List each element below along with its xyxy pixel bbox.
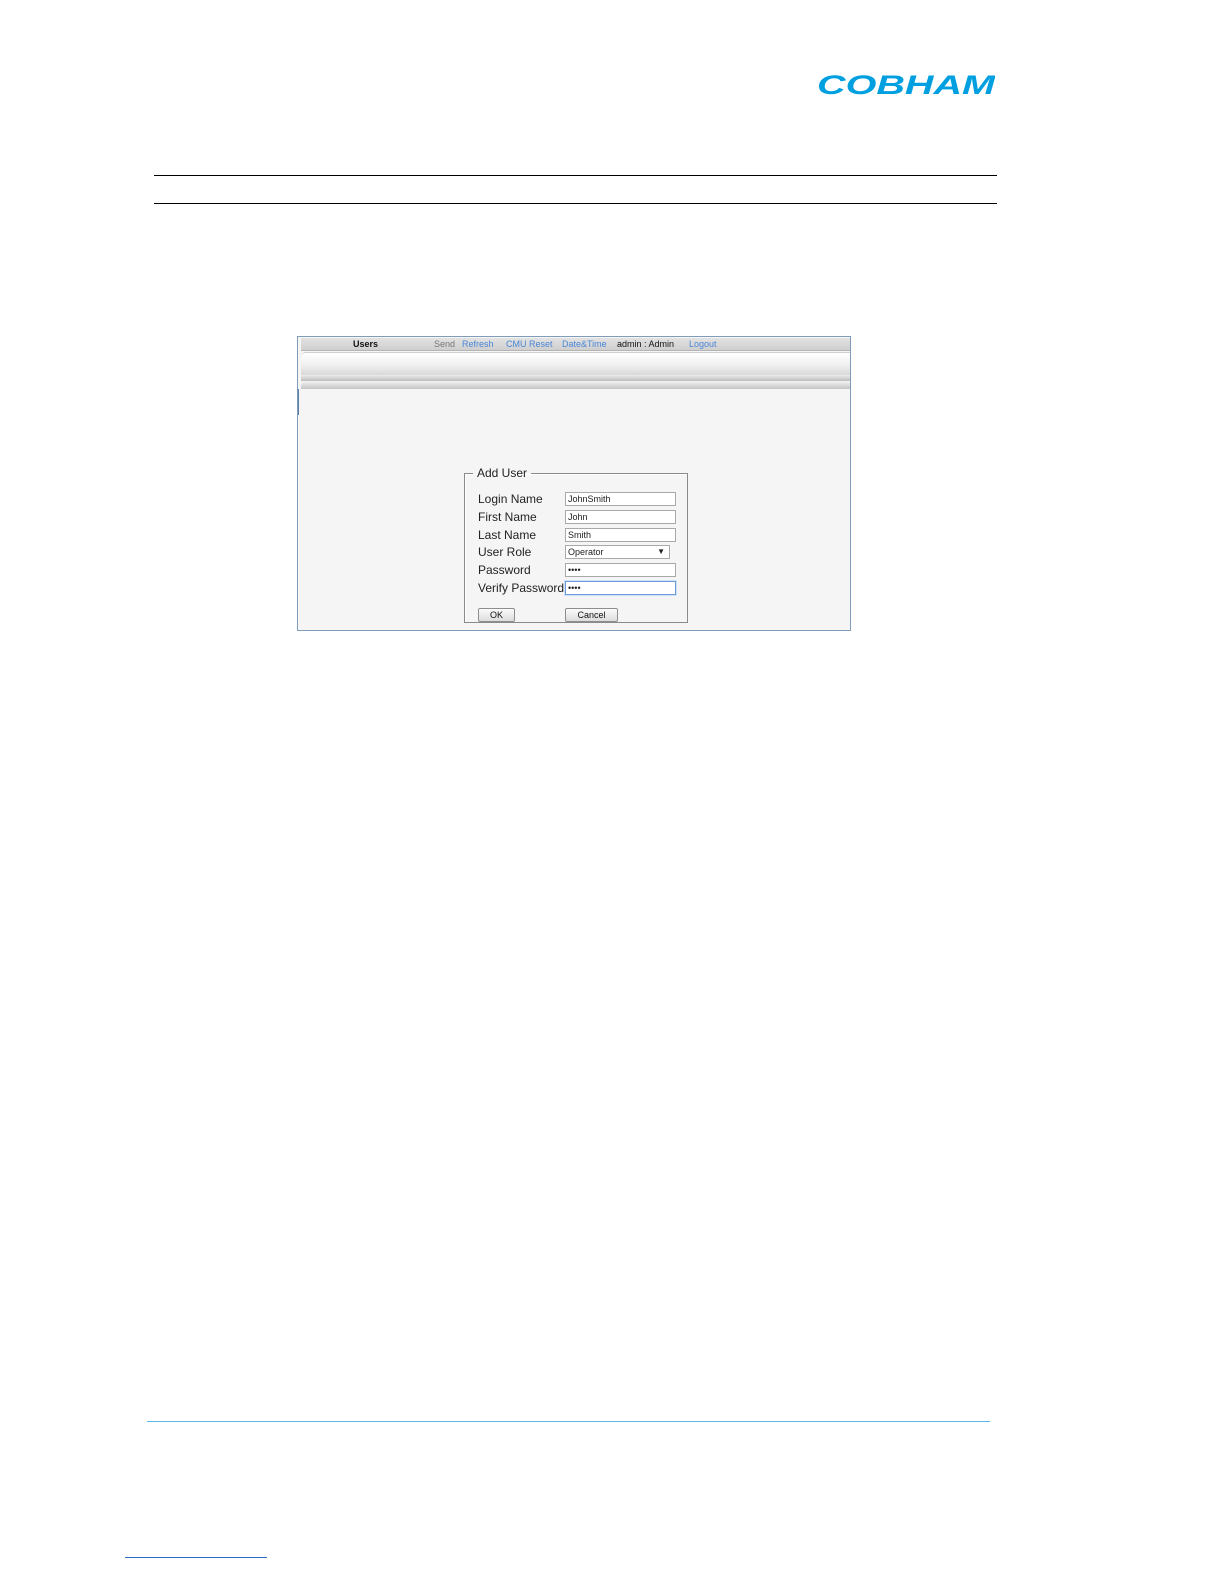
- last-name-label: Last Name: [478, 528, 537, 542]
- toolbar: Users Send Refresh CMU Reset Date&Time a…: [301, 338, 850, 351]
- add-user-dialog: Add User Login Name JohnSmith First Name…: [464, 467, 688, 623]
- cancel-button[interactable]: Cancel: [565, 608, 618, 622]
- user-role-value: Operator: [568, 547, 604, 557]
- cmu-reset-link[interactable]: CMU Reset: [506, 338, 553, 350]
- first-name-input[interactable]: John: [565, 510, 676, 524]
- footnote-rule: [125, 1557, 267, 1558]
- user-role-label: User Role: [478, 545, 532, 559]
- svg-text:COBHAM: COBHAM: [817, 72, 995, 96]
- add-user-legend: Add User: [477, 466, 528, 480]
- login-name-input[interactable]: JohnSmith: [565, 492, 676, 506]
- password-label: Password: [478, 563, 531, 577]
- frame-left-edge: [298, 389, 299, 415]
- refresh-link[interactable]: Refresh: [462, 338, 494, 350]
- last-name-input[interactable]: Smith: [565, 528, 676, 542]
- password-input[interactable]: ••••: [565, 563, 676, 577]
- tab-band: [301, 352, 850, 375]
- first-name-label: First Name: [478, 510, 537, 524]
- content-band: [301, 381, 850, 389]
- login-name-label: Login Name: [478, 492, 543, 506]
- cobham-logo: COBHAM: [817, 72, 995, 96]
- ok-button[interactable]: OK: [478, 608, 515, 622]
- footer-rule: [147, 1421, 990, 1422]
- user-role-select[interactable]: Operator ▼: [565, 545, 670, 559]
- header-rule-bottom: [154, 203, 997, 204]
- header-rule-top: [154, 175, 997, 176]
- send-link[interactable]: Send: [434, 338, 455, 350]
- verify-password-input[interactable]: ••••: [565, 581, 676, 595]
- verify-password-label: Verify Password: [478, 581, 565, 595]
- toolbar-section-title: Users: [353, 339, 379, 349]
- current-user-label: admin : Admin: [617, 339, 675, 349]
- screenshot-frame: Users Send Refresh CMU Reset Date&Time a…: [297, 336, 851, 631]
- logout-link[interactable]: Logout: [689, 338, 717, 350]
- dropdown-arrow-icon: ▼: [657, 547, 665, 556]
- date-time-link[interactable]: Date&Time: [562, 338, 607, 350]
